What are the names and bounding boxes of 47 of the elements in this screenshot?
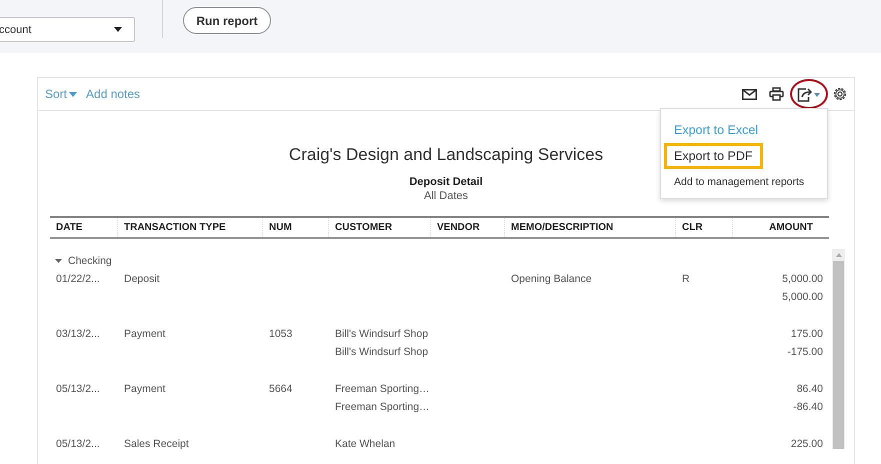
column-header[interactable]: CLR <box>676 218 733 237</box>
table-cell: Bill's Windsurf Shop <box>335 346 428 358</box>
table-cell: -86.40 <box>793 401 823 413</box>
settings-icon[interactable] <box>832 86 848 102</box>
menu-item[interactable]: Export to PDF <box>664 143 762 169</box>
caret-icon <box>114 27 122 32</box>
table-cell: Deposit <box>124 273 160 285</box>
company-name: Craig's Design and Landscaping Services <box>288 144 604 165</box>
report-period: All Dates <box>424 190 468 202</box>
table-cell: 05/13/2... <box>56 383 100 395</box>
table-cell: 5,000.00 <box>782 273 823 285</box>
column-header[interactable]: TRANSACTION TYPE <box>118 218 263 237</box>
caret-icon <box>69 92 78 97</box>
table-cell: 175.00 <box>790 328 823 340</box>
column-header[interactable]: VENDOR <box>431 218 505 237</box>
column-header[interactable]: CUSTOMER <box>329 218 431 237</box>
table-cell: 86.40 <box>796 383 823 395</box>
table-cell: Opening Balance <box>511 273 592 285</box>
table-cell: R <box>682 273 690 285</box>
table-cell: 05/13/2... <box>56 438 100 450</box>
run-report-button[interactable]: Run report <box>183 7 271 34</box>
caret-icon <box>55 259 62 263</box>
report-title: Deposit Detail <box>409 176 483 188</box>
column-header[interactable]: AMOUNT <box>733 218 829 237</box>
table-cell: Sales Receipt <box>124 438 189 450</box>
table-cell: 5664 <box>269 383 292 395</box>
menu-item[interactable]: Add to management reports <box>664 169 814 194</box>
table-cell: Payment <box>124 383 166 395</box>
email-icon[interactable] <box>742 88 757 100</box>
column-header[interactable]: MEMO/DESCRIPTION <box>505 218 676 237</box>
table-cell: -175.00 <box>787 346 823 358</box>
group-toggle[interactable]: Checking <box>50 252 135 270</box>
table-cell: Freeman Sporting… <box>335 383 430 395</box>
scrollbar[interactable] <box>832 249 845 449</box>
table-cell: Bill's Windsurf Shop <box>335 328 428 340</box>
column-header[interactable]: DATE <box>50 218 118 237</box>
column-header[interactable]: NUM <box>263 218 329 237</box>
export-icon <box>797 86 821 102</box>
table-cell: Kate Whelan <box>335 438 396 450</box>
table-cell: Payment <box>124 328 166 340</box>
table-cell: 225.00 <box>790 438 823 450</box>
table-cell: 03/13/2... <box>56 328 100 340</box>
table-cell: 1053 <box>269 328 292 340</box>
print-icon[interactable] <box>769 87 784 101</box>
table-cell: 01/22/2... <box>56 273 100 285</box>
table-cell: 5,000.00 <box>782 291 823 303</box>
table-cell: Freeman Sporting… <box>335 401 430 413</box>
